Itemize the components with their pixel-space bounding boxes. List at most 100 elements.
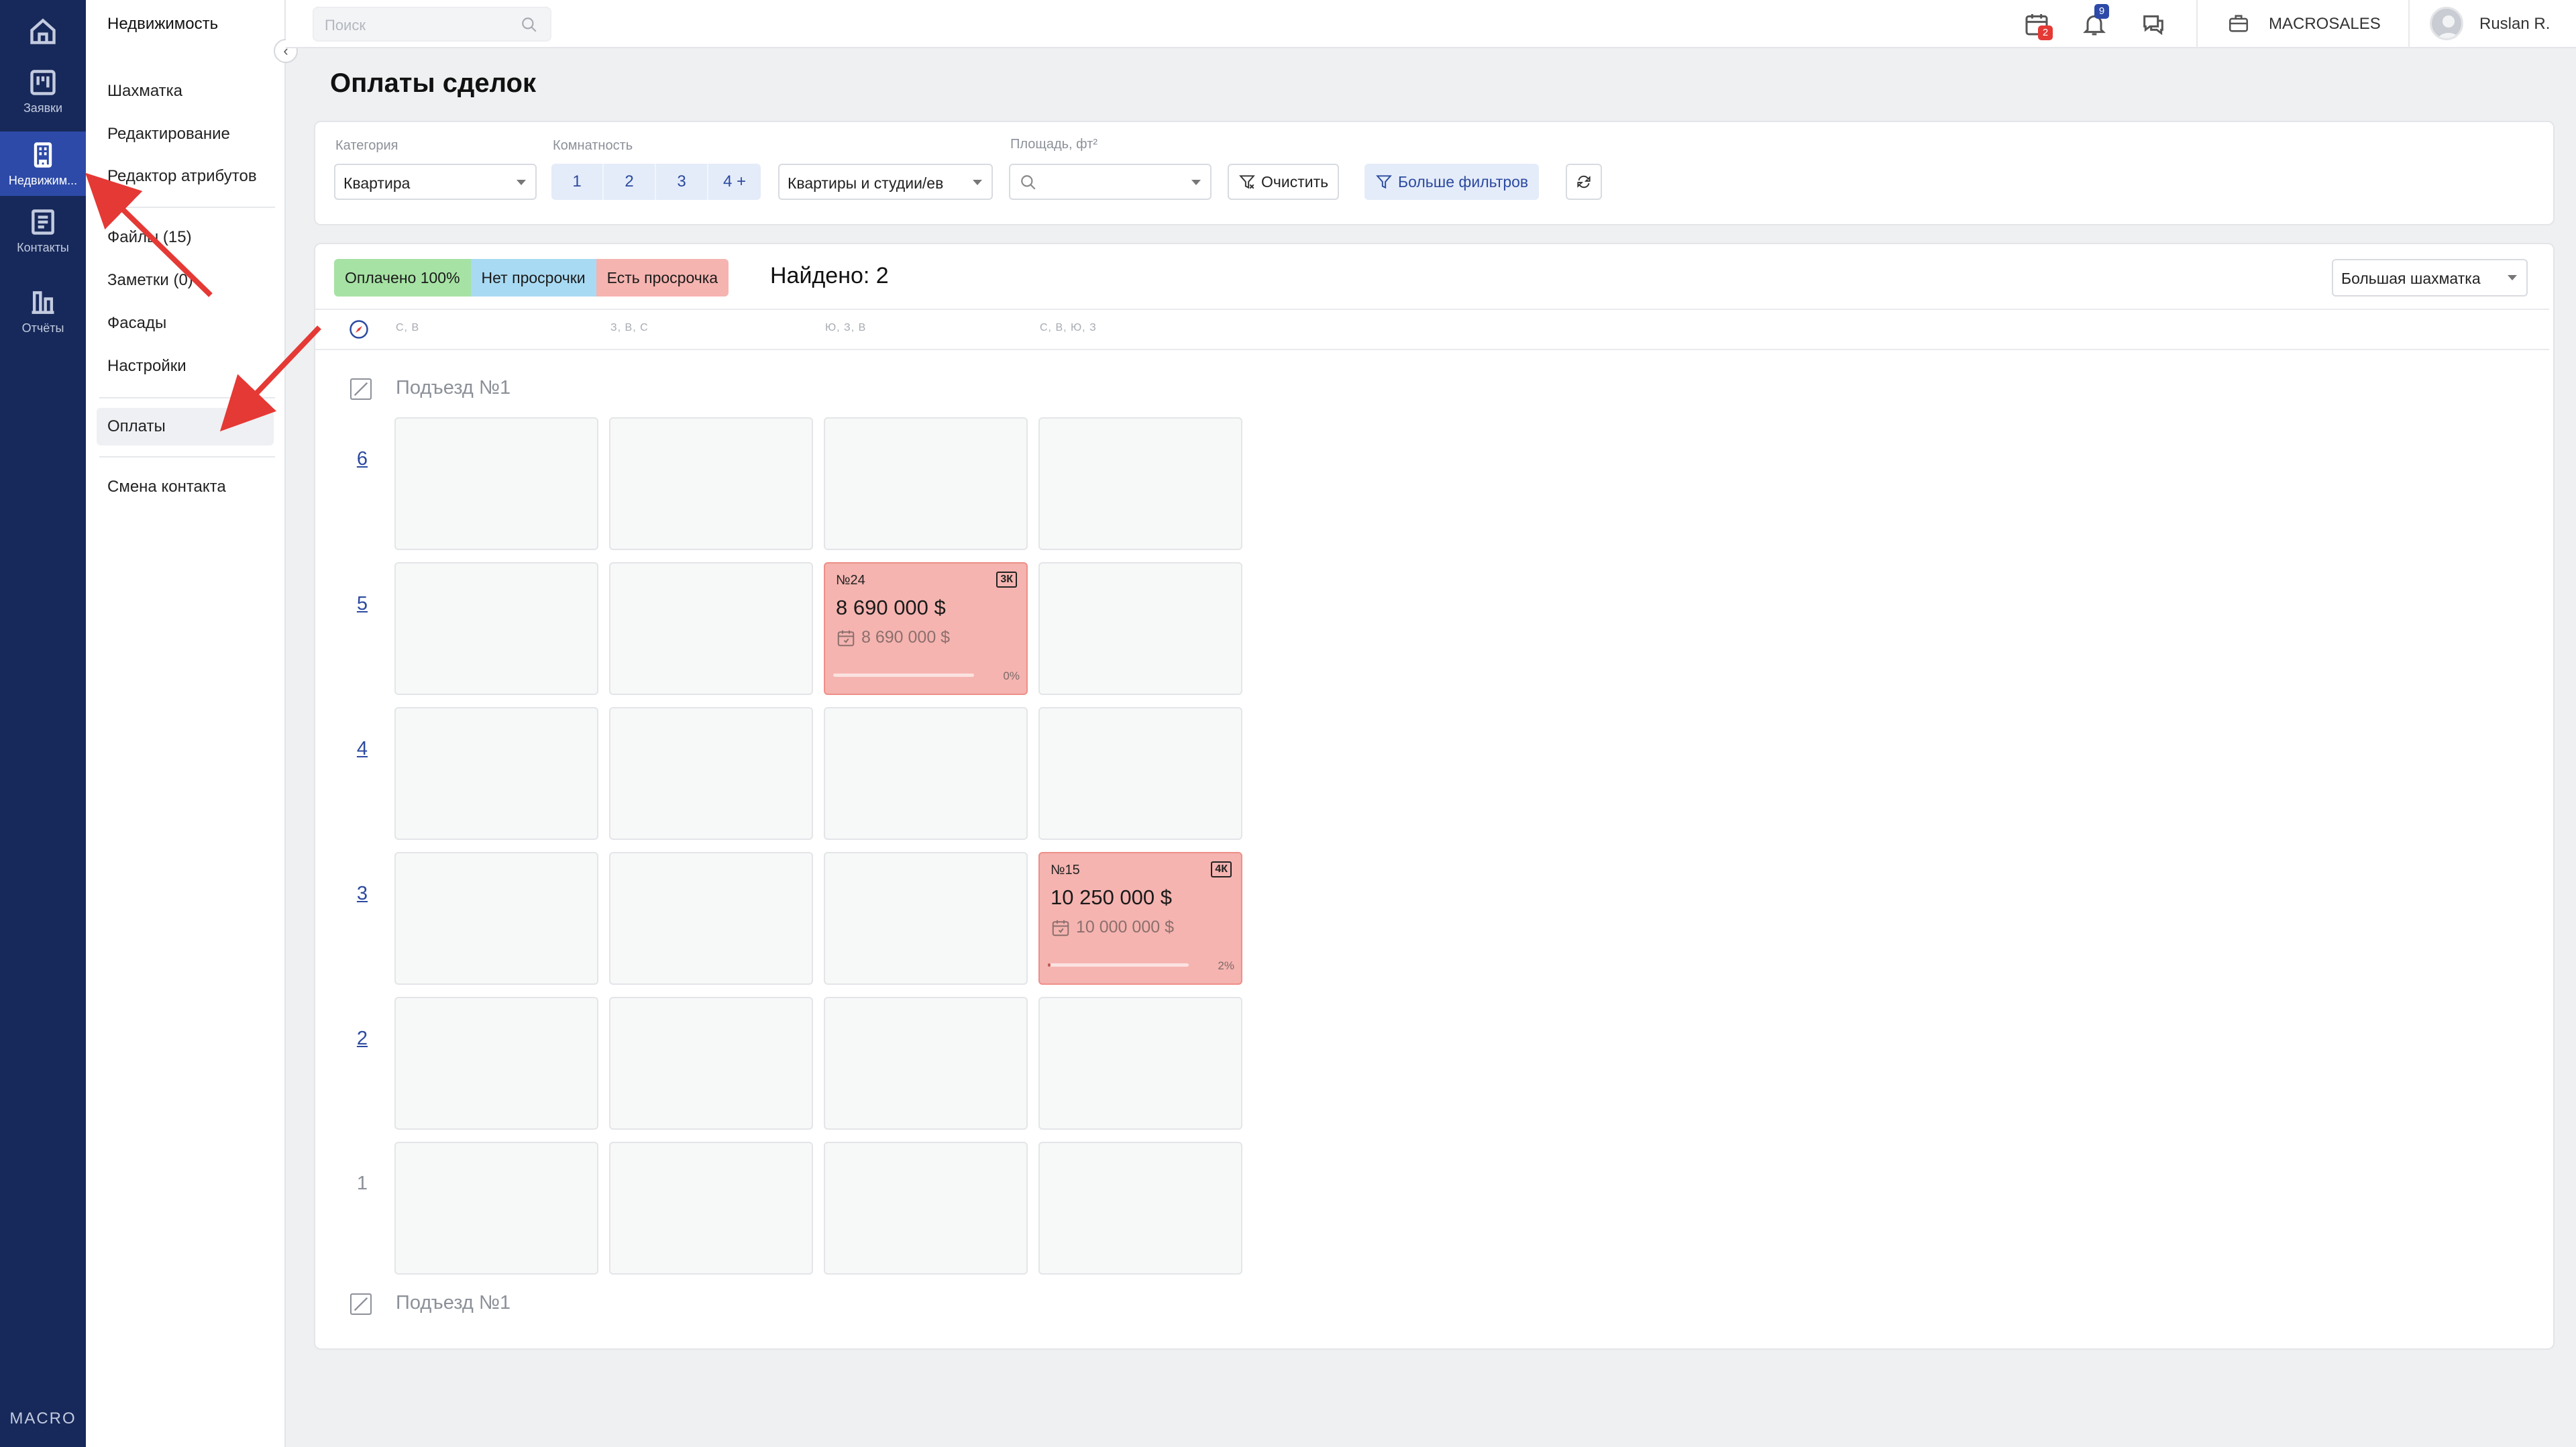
rooms-option-4plus[interactable]: 4 + bbox=[708, 164, 761, 200]
rail-label: Отчёты bbox=[21, 321, 64, 335]
sidebar-item-settings[interactable]: Настройки bbox=[107, 357, 186, 376]
clear-filters-label: Очистить bbox=[1261, 172, 1329, 191]
direction-col-2: З, В, С bbox=[610, 322, 649, 333]
empty-cell bbox=[824, 707, 1028, 840]
direction-col-3: Ю, З, В bbox=[825, 322, 867, 333]
page-title: Оплаты сделок bbox=[330, 68, 537, 98]
category-select[interactable]: Квартира bbox=[334, 164, 537, 200]
payment-progress-label: 2% bbox=[1218, 959, 1234, 972]
divider bbox=[99, 207, 275, 208]
chevron-down-icon bbox=[517, 180, 526, 185]
apartment-card[interactable]: №15 4К 10 250 000 $ 10 000 000 $ 2% bbox=[1038, 852, 1242, 985]
floor-label-3[interactable]: 3 bbox=[349, 883, 376, 905]
view-mode-select[interactable]: Большая шахматка bbox=[2332, 259, 2528, 297]
app-root: Заявки Недвижим... Контакты Отчёты MACRO… bbox=[0, 0, 2576, 1447]
empty-cell bbox=[1038, 997, 1242, 1130]
payment-progress-bar bbox=[1048, 963, 1189, 967]
briefcase-icon bbox=[2229, 15, 2249, 32]
apartment-number: №24 bbox=[836, 573, 865, 588]
floor-label-2[interactable]: 2 bbox=[349, 1028, 376, 1050]
refresh-icon bbox=[1577, 175, 1591, 189]
chat-icon[interactable] bbox=[2140, 11, 2167, 38]
avatar[interactable] bbox=[2430, 7, 2463, 40]
search-input[interactable]: Поиск bbox=[313, 7, 551, 42]
rooms-option-3[interactable]: 3 bbox=[656, 164, 708, 200]
empty-cell bbox=[824, 1142, 1028, 1275]
area-select[interactable] bbox=[1009, 164, 1212, 200]
sidebar-item-contact-change[interactable]: Смена контакта bbox=[107, 478, 226, 496]
rail-label: Контакты bbox=[17, 240, 69, 254]
sidebar-item-payments[interactable]: Оплаты bbox=[107, 417, 166, 436]
sidebar-item-editing[interactable]: Редактирование bbox=[107, 125, 230, 144]
category-label: Категория bbox=[335, 138, 398, 153]
apartment-number: №15 bbox=[1051, 863, 1080, 877]
apartment-type-select[interactable]: Квартиры и студии/ев bbox=[778, 164, 993, 200]
divider bbox=[315, 309, 2549, 310]
empty-cell bbox=[609, 997, 813, 1130]
rooms-label: Комнатность bbox=[553, 138, 633, 153]
more-filters-button[interactable]: Больше фильтров bbox=[1364, 164, 1540, 200]
empty-cell bbox=[1038, 1142, 1242, 1275]
main-rail: Заявки Недвижим... Контакты Отчёты MACRO bbox=[0, 0, 86, 1447]
view-mode-value: Большая шахматка bbox=[2341, 270, 2481, 287]
empty-cell bbox=[1038, 562, 1242, 695]
empty-cell bbox=[824, 417, 1028, 550]
apartment-price: 10 250 000 $ bbox=[1051, 886, 1173, 909]
floor-label-6[interactable]: 6 bbox=[349, 448, 376, 470]
floor-label-5[interactable]: 5 bbox=[349, 593, 376, 615]
floor-label-4[interactable]: 4 bbox=[349, 738, 376, 760]
legend-paid: Оплачено 100% bbox=[334, 259, 471, 297]
rail-item-requests[interactable]: Заявки bbox=[0, 58, 86, 125]
refresh-button[interactable] bbox=[1566, 164, 1602, 200]
empty-cell bbox=[1038, 707, 1242, 840]
rail-item-realty[interactable]: Недвижим... bbox=[0, 131, 86, 196]
direction-col-1: С, В bbox=[396, 322, 420, 333]
search-placeholder: Поиск bbox=[325, 17, 366, 34]
section-sidebar: Недвижимость Шахматка Редактирование Ред… bbox=[86, 0, 286, 1447]
sidebar-item-chess[interactable]: Шахматка bbox=[107, 82, 182, 101]
entrance-title-bottom: Подъезд №1 bbox=[396, 1292, 511, 1314]
rooms-toggle-group: 1 2 3 4 + bbox=[551, 164, 761, 200]
rooms-option-1[interactable]: 1 bbox=[551, 164, 604, 200]
building-icon bbox=[34, 142, 52, 168]
sidebar-item-facades[interactable]: Фасады bbox=[107, 314, 166, 333]
rooms-option-2[interactable]: 2 bbox=[604, 164, 656, 200]
brand-logo: MACRO bbox=[9, 1409, 76, 1428]
empty-cell bbox=[394, 707, 598, 840]
divider bbox=[99, 456, 275, 458]
sidebar-title: Недвижимость bbox=[107, 15, 219, 33]
empty-cell bbox=[609, 1142, 813, 1275]
compass-icon bbox=[350, 320, 368, 339]
company-name[interactable]: MACROSALES bbox=[2269, 15, 2381, 34]
rail-item-home[interactable] bbox=[0, 0, 86, 67]
sidebar-item-files[interactable]: Файлы (15) bbox=[107, 228, 192, 247]
sidebar-item-attribute-editor[interactable]: Редактор атрибутов bbox=[107, 167, 257, 186]
reports-icon bbox=[32, 290, 54, 314]
rail-item-contacts[interactable]: Контакты bbox=[0, 197, 86, 264]
notifications-badge: 9 bbox=[2094, 4, 2109, 19]
home-icon bbox=[30, 18, 56, 44]
entrance-icon bbox=[350, 378, 372, 400]
empty-cell bbox=[394, 417, 598, 550]
empty-cell bbox=[394, 562, 598, 695]
found-count: Найдено: 2 bbox=[770, 263, 889, 288]
calendar-icon bbox=[1052, 920, 1069, 936]
clear-filters-button[interactable]: Очистить bbox=[1228, 164, 1340, 200]
payment-progress-bar bbox=[833, 674, 974, 677]
entrance-icon bbox=[350, 1293, 372, 1315]
user-name[interactable]: Ruslan R. bbox=[2479, 15, 2550, 34]
empty-cell bbox=[1038, 417, 1242, 550]
calendar-icon bbox=[837, 630, 855, 647]
apartment-card[interactable]: №24 3К 8 690 000 $ 8 690 000 $ 0% bbox=[824, 562, 1028, 695]
legend-overdue: Есть просрочка bbox=[596, 259, 729, 297]
sidebar-item-notes[interactable]: Заметки (0) bbox=[107, 271, 193, 290]
rail-label: Недвижим... bbox=[8, 173, 78, 187]
filter-icon bbox=[1376, 175, 1392, 189]
user-avatar-icon bbox=[2438, 15, 2459, 38]
chevron-down-icon bbox=[1191, 180, 1201, 185]
rail-item-reports[interactable]: Отчёты bbox=[0, 278, 86, 345]
divider bbox=[99, 397, 275, 398]
payment-progress-fill bbox=[1048, 963, 1051, 967]
search-icon bbox=[522, 17, 537, 32]
empty-cell bbox=[609, 852, 813, 985]
